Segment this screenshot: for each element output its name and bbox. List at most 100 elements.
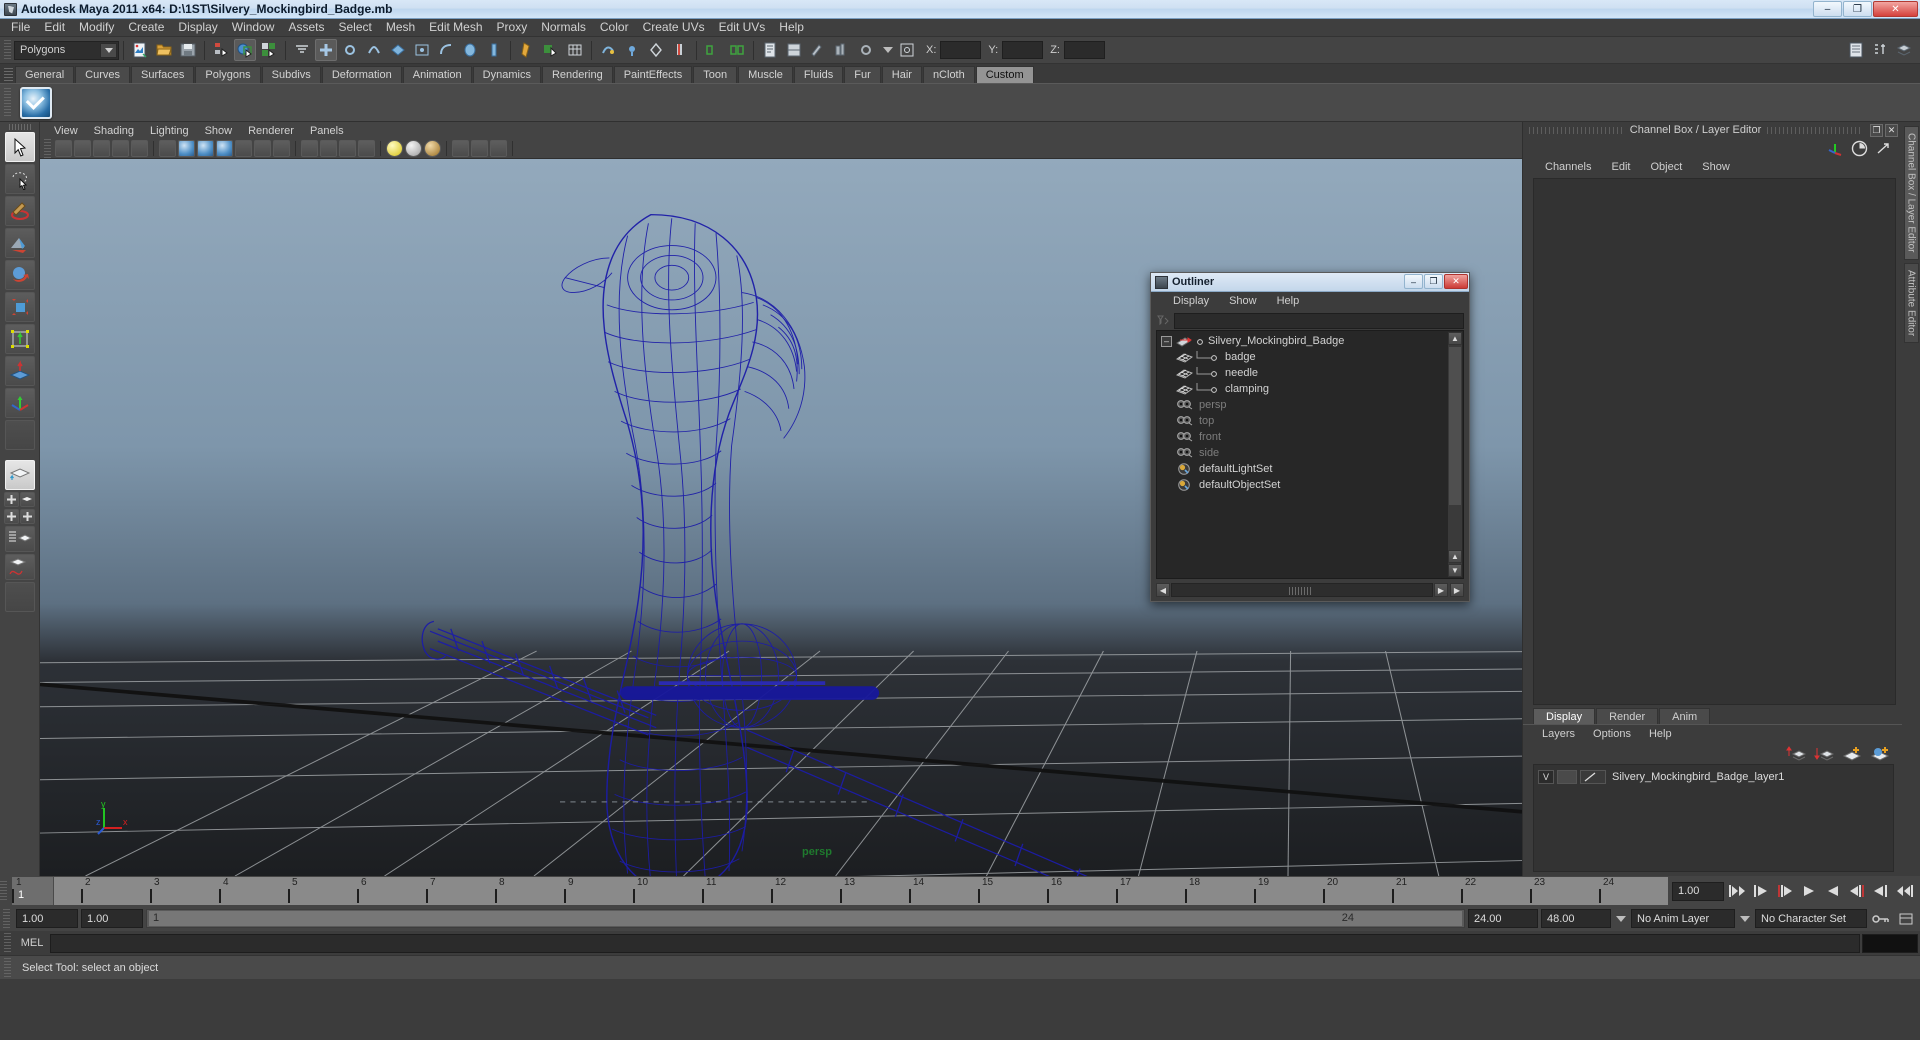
dock-close-icon[interactable]: ✕ [1885,123,1898,137]
tool-settings-toggle-icon[interactable] [855,39,877,61]
toolbox-quick-layout-slot[interactable] [4,582,35,612]
outliner-window[interactable]: Outliner – ❐ ✕ Display Show Help – Silvery_… [1150,272,1470,602]
toolbox-empty-slot[interactable] [4,420,35,450]
menu-item-help[interactable]: Help [772,19,811,36]
isolate-select-icon[interactable] [339,140,356,157]
shelf-tabs-grip[interactable] [4,68,13,83]
anim-start-field[interactable]: 1.00 [16,909,78,928]
rotate-tool-icon[interactable] [4,260,35,290]
shelf-tab-fur[interactable]: Fur [844,66,881,83]
move-tool-icon[interactable] [4,228,35,258]
play-backwards-icon[interactable] [1798,880,1820,902]
channel-box-toggle-icon[interactable] [831,39,853,61]
menu-item-proxy[interactable]: Proxy [490,19,535,36]
outliner-persp-layout-icon[interactable] [4,526,35,552]
select-tool-icon[interactable] [4,132,35,162]
film-gate-icon[interactable] [471,140,488,157]
shelf-tab-curves[interactable]: Curves [75,66,130,83]
snap-to-view-planes-icon[interactable] [387,39,409,61]
render-settings-icon[interactable] [564,39,586,61]
shelf-tab-subdivs[interactable]: Subdivs [261,66,321,83]
outliner-item-persp[interactable]: persp [1157,397,1463,413]
persp-graph-layout-icon[interactable] [4,554,35,580]
layer-editor-toggle-icon[interactable] [783,39,805,61]
y-field[interactable] [1002,41,1044,59]
outliner-item-defaultobjectset[interactable]: defaultObjectSet [1157,477,1463,493]
outliner-menu-display[interactable]: Display [1163,295,1219,307]
outliner-item-badge[interactable]: badge [1157,349,1463,365]
scroll-left-icon[interactable]: ◀ [1156,583,1170,597]
default-light-icon[interactable] [386,140,403,157]
close-button[interactable]: ✕ [1873,1,1918,17]
save-scene-icon[interactable] [177,39,199,61]
smooth-shade-textured-icon[interactable] [197,140,214,157]
outliner-item-clamping[interactable]: clamping [1157,381,1463,397]
smooth-shade-all-icon[interactable] [178,140,195,157]
menu-item-file[interactable]: File [4,19,37,36]
viewport-menu-panels[interactable]: Panels [302,125,352,137]
step-back-frame-icon[interactable] [1750,880,1772,902]
render-current-frame-icon[interactable] [516,39,538,61]
resolution-gate-icon[interactable] [490,140,507,157]
dock-drag-dots-left[interactable] [1529,126,1624,134]
show-manipulator-icon[interactable] [702,39,724,61]
shelf-tab-hair[interactable]: Hair [881,66,922,83]
layer-tab-render[interactable]: Render [1596,708,1659,724]
layer-color-swatch[interactable] [1580,769,1606,784]
step-forward-frame-icon[interactable] [1870,880,1892,902]
right-tab-attribute-editor[interactable]: Attribute Editor [1903,262,1919,343]
viewport-menu-lighting[interactable]: Lighting [142,125,197,137]
shelf-tab-general[interactable]: General [15,66,75,83]
attribute-editor-toggle-icon[interactable] [807,39,829,61]
outliner-item-defaultlightset[interactable]: defaultLightSet [1157,461,1463,477]
chevron-down-icon[interactable] [100,42,117,58]
shelf-tab-rendering[interactable]: Rendering [541,66,613,83]
show-attribute-editor-icon[interactable] [1869,39,1891,61]
viewport-menu-renderer[interactable]: Renderer [240,125,302,137]
paint-select-tool-icon[interactable] [4,196,35,226]
absolute-transform-icon[interactable] [896,39,918,61]
commandline-grip[interactable] [4,933,11,953]
layer-visibility-toggle[interactable]: V [1538,769,1554,784]
layer-menu-layers[interactable]: Layers [1533,728,1584,740]
right-tab-channel-box[interactable]: Channel Box / Layer Editor [1903,126,1919,260]
show-channel-box-icon[interactable] [1845,39,1867,61]
transform-mode-chevron-icon[interactable] [881,41,895,60]
move-layer-down-icon[interactable] [1814,745,1834,762]
paint-effects-icon[interactable] [112,140,129,157]
animation-clock-icon[interactable] [1851,140,1868,157]
channelbox-menu-object[interactable]: Object [1640,161,1692,173]
outliner-vertical-scrollbar[interactable]: ▲ ▲ ▼ [1448,332,1462,577]
step-back-key-icon[interactable] [1774,880,1796,902]
shading-network-icon[interactable] [645,39,667,61]
shelf-tab-custom[interactable]: Custom [975,66,1034,83]
menu-item-assets[interactable]: Assets [281,19,331,36]
light-icon[interactable] [621,39,643,61]
outliner-item-front[interactable]: front [1157,429,1463,445]
open-scene-icon[interactable] [153,39,175,61]
shelf-tab-muscle[interactable]: Muscle [738,66,793,83]
shelf-tab-painteffects[interactable]: PaintEffects [613,66,693,83]
outliner-search-input[interactable] [1174,312,1464,329]
layer-menu-options[interactable]: Options [1584,728,1640,740]
shelf-tab-ncloth[interactable]: nCloth [922,66,975,83]
current-time-field[interactable]: 1.00 [1672,881,1724,901]
layer-tab-anim[interactable]: Anim [1659,708,1711,724]
menu-item-normals[interactable]: Normals [534,19,593,36]
anim-layer-chevron-icon[interactable] [1614,909,1628,928]
ipr-render-icon[interactable] [540,39,562,61]
lasso-tool-icon[interactable] [4,164,35,194]
animation-preferences-icon[interactable] [1895,912,1917,926]
scroll-right-icon[interactable]: ▶ [1434,583,1448,597]
character-set-chevron-icon[interactable] [1738,909,1752,928]
restore-button[interactable]: ❐ [1843,1,1872,17]
menu-item-mesh[interactable]: Mesh [379,19,422,36]
z-field[interactable] [1063,41,1105,59]
last-tool-used-icon[interactable] [4,388,35,418]
shaded-display-icon[interactable] [320,140,337,157]
script-editor-icon[interactable] [759,39,781,61]
rangeslider-grip[interactable] [3,908,10,929]
history-toggle-icon[interactable] [435,39,457,61]
time-slider[interactable]: 1 1 2 3 4 5 6 7 8 9 10 11 12 13 14 15 16 17 18 19 20 21 22 23 2… [12,877,1668,905]
x-field[interactable] [940,41,982,59]
